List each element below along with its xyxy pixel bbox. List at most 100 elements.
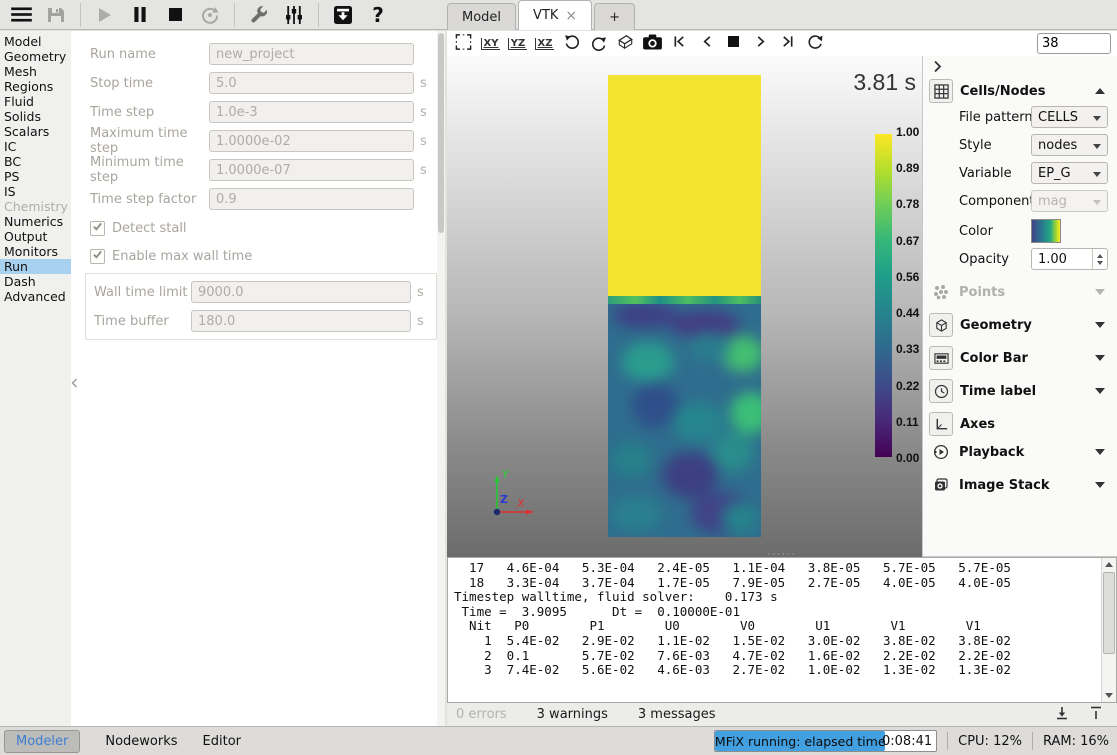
scroll-to-top-icon[interactable] [1089,706,1103,724]
sidebar-item-numerics[interactable]: Numerics [0,214,71,229]
tab-vtk[interactable]: VTK × [518,0,592,30]
scrollbar-down-button[interactable] [1102,689,1116,702]
colormap-swatch[interactable] [1031,219,1061,243]
sidebar-item-solids[interactable]: Solids [0,109,71,124]
nav-collapse-handle[interactable] [71,371,81,395]
section-time-label[interactable]: Time label [923,378,1117,404]
first-frame-button[interactable] [669,34,690,54]
chevron-down-icon[interactable] [1095,322,1105,328]
detect-stall-checkbox[interactable] [90,221,105,236]
mode-tab-nodeworks[interactable]: Nodeworks [105,734,177,749]
vtk-settings-panel: Cells/Nodes File pattern CELLS Style nod… [922,56,1117,557]
menu-button[interactable] [8,2,34,28]
scroll-to-bottom-icon[interactable] [1055,706,1069,724]
sidebar-item-fluid[interactable]: Fluid [0,94,71,109]
variable-select[interactable]: EP_G [1031,162,1108,184]
view-yz-button[interactable]: YZ [507,34,528,54]
component-select[interactable]: mag [1031,190,1108,212]
spin-arrows[interactable] [1092,249,1107,269]
stop-playback-button[interactable] [723,34,744,54]
parameters-button[interactable] [281,2,307,28]
section-color-bar[interactable]: Color Bar [923,345,1117,371]
view-xz-button[interactable]: XZ [534,34,555,54]
sidebar-item-chemistry[interactable]: Chemistry [0,199,71,214]
time-step-input[interactable] [209,101,414,123]
rotate-right-button[interactable] [588,34,609,54]
chevron-down-icon[interactable] [1095,388,1105,394]
view-xy-button[interactable]: XY [480,34,501,54]
settings-button[interactable] [246,2,272,28]
sidebar-item-geometry[interactable]: Geometry [0,49,71,64]
sidebar-item-scalars[interactable]: Scalars [0,124,71,139]
pause-button[interactable] [127,2,153,28]
tab-add[interactable]: + [594,3,635,30]
chevron-down-icon[interactable] [1095,449,1105,455]
mode-tab-editor[interactable]: Editor [203,734,241,749]
tab-model[interactable]: Model [447,3,516,30]
package-button[interactable] [330,2,356,28]
errors-count[interactable]: 0 errors [456,707,507,722]
sidebar-item-ic[interactable]: IC [0,139,71,154]
sidebar-item-regions[interactable]: Regions [0,79,71,94]
splitter-handle[interactable]: ······ [762,554,802,558]
run-button[interactable] [92,2,118,28]
frame-index-input[interactable] [1037,33,1111,54]
warnings-count[interactable]: 3 warnings [537,707,608,722]
section-axes[interactable]: Axes [923,411,1117,437]
sidebar-item-dash[interactable]: Dash [0,274,71,289]
time-buffer-input[interactable] [191,310,411,332]
snapshot-button[interactable] [642,34,663,54]
sidebar-item-output[interactable]: Output [0,229,71,244]
tab-close-icon[interactable]: × [565,9,577,23]
sidebar-item-model[interactable]: Model [0,34,71,49]
perspective-button[interactable] [615,34,636,54]
min-time-step-input[interactable] [209,159,414,181]
collapse-up-icon[interactable] [1095,88,1105,94]
sidebar-item-mesh[interactable]: Mesh [0,64,71,79]
prev-frame-button[interactable] [696,34,717,54]
reset-button[interactable] [197,2,223,28]
scrollbar-up-button[interactable] [1102,558,1116,571]
section-geometry[interactable]: Geometry [923,312,1117,338]
rotate-left-button[interactable] [561,34,582,54]
cpu-usage: CPU: 12% [958,734,1022,749]
messages-count[interactable]: 3 messages [638,707,716,722]
mode-tab-modeler[interactable]: Modeler [4,730,80,753]
max-time-step-input[interactable] [209,130,414,152]
console-scrollbar[interactable] [1101,558,1116,702]
form-scrollbar-thumb[interactable] [438,33,444,233]
next-frame-button[interactable] [750,34,771,54]
stop-button[interactable] [162,2,188,28]
sidebar-item-advanced[interactable]: Advanced [0,289,71,304]
section-playback[interactable]: Playback [923,439,1117,465]
vtk-render-view[interactable]: 3.81 s 1.000.890.780.670.560.440.330.220… [447,56,922,557]
style-select[interactable]: nodes [1031,134,1108,156]
section-image-stack[interactable]: Image Stack [923,472,1117,498]
stop-time-input[interactable] [209,72,414,94]
sidebar-item-is[interactable]: IS [0,184,71,199]
save-button[interactable] [43,2,69,28]
sidebar-item-bc[interactable]: BC [0,154,71,169]
sidebar-item-monitors[interactable]: Monitors [0,244,71,259]
cells-nodes-header[interactable]: Cells/Nodes [923,78,1117,104]
help-button[interactable]: ? [365,2,391,28]
opacity-spinbox[interactable]: 1.00 [1031,248,1108,270]
chevron-down-icon[interactable] [1095,482,1105,488]
reset-view-button[interactable] [453,34,474,54]
chevron-down-icon[interactable] [1095,355,1105,361]
panel-collapse-button[interactable] [933,60,949,76]
sidebar-item-ps[interactable]: PS [0,169,71,184]
wall-time-limit-input[interactable] [191,281,411,303]
mfix-window: ? Model VTK × + XY YZ XZ [0,0,1117,755]
file-pattern-select[interactable]: CELLS [1031,106,1108,128]
sidebar-item-run[interactable]: Run [0,259,71,274]
field-label: Stop time [90,76,209,91]
section-points[interactable]: Points [923,279,1117,305]
time-step-factor-input[interactable] [209,188,414,210]
form-scrollbar[interactable] [437,31,445,726]
last-frame-button[interactable] [777,34,798,54]
run-name-input[interactable] [209,43,414,65]
loop-playback-button[interactable] [804,34,825,54]
console-scrollbar-thumb[interactable] [1103,572,1115,654]
enable-max-wall-time-checkbox[interactable] [90,249,105,264]
